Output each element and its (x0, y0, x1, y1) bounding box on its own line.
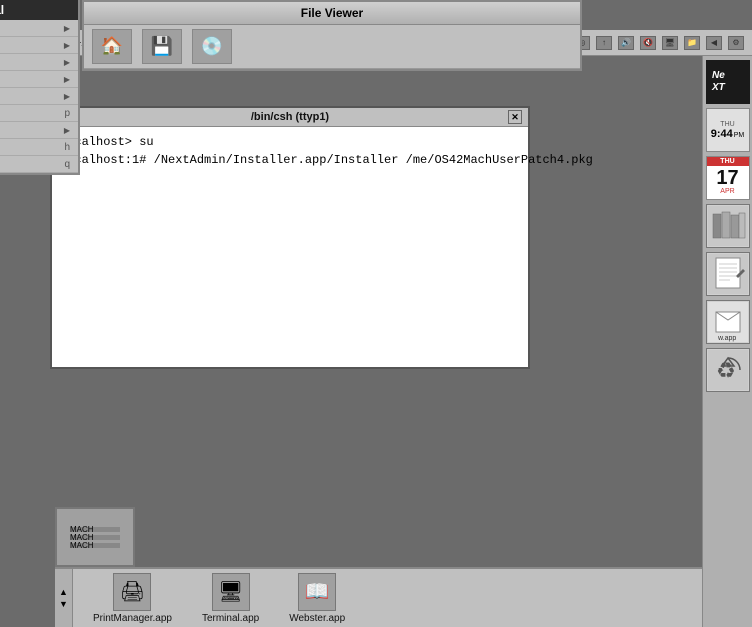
dock-item-terminal-label: Terminal.app (202, 613, 259, 624)
settings-icon[interactable]: ⚙ (728, 36, 744, 50)
dock-scroll-controls[interactable]: ▲ ▼ (55, 569, 73, 627)
clock-time: 9:44 (711, 128, 733, 140)
shelf-line-3: MACH (70, 543, 120, 548)
svg-text:XT: XT (711, 82, 726, 93)
menu-item-windows[interactable]: Windows ▶ (0, 88, 78, 105)
file-viewer-title: File Viewer (84, 2, 580, 25)
terminal-line-2: localhost:1# /NextAdmin/Installer.app/In… (60, 151, 520, 169)
recycle-icon[interactable]: ♻ (706, 348, 750, 392)
menu-item-edit[interactable]: Edit ▶ (0, 54, 78, 71)
menu-item-quit[interactable]: Quit q (0, 156, 78, 173)
menu-item-font[interactable]: Font ▶ (0, 71, 78, 88)
toolbar-disk-icon[interactable]: 💾 (142, 29, 182, 64)
scroll-up-arrow[interactable]: ▲ (59, 587, 68, 597)
shelf-lines: MACH MACH MACH (70, 527, 120, 548)
svg-text:Ne: Ne (712, 70, 725, 81)
dock-item-printmanager-label: PrintManager.app (93, 613, 172, 624)
terminal-title: /bin/csh (ttyp1) (72, 111, 508, 123)
printmanager-icon: 🖨 (113, 573, 151, 611)
arrow-icon: ◀ (706, 36, 722, 50)
menu-item-print-shortcut: p (64, 108, 70, 119)
menu-item-info[interactable]: Info ▶ (0, 20, 78, 37)
terminal-titlebar: /bin/csh (ttyp1) ✕ (52, 108, 528, 127)
folder-icon: 📁 (684, 36, 700, 50)
menu-item-hide-shortcut: h (64, 142, 70, 153)
speaker-icon: 🔊 (618, 36, 634, 50)
menu-item-services-arrow: ▶ (64, 126, 70, 135)
document-icon[interactable] (706, 252, 750, 296)
dock-item-webster-label: Webster.app (289, 613, 345, 624)
monitor-icon: 🖥 (662, 36, 678, 50)
cal-day: THU (707, 157, 749, 166)
webster-icon: 📖 (298, 573, 336, 611)
toolbar-home-icon[interactable]: 🏠 (92, 29, 132, 64)
menu-item-info-arrow: ▶ (64, 24, 70, 33)
calendar-widget[interactable]: THU 17 APR (706, 156, 750, 200)
dock-items: 🖨 PrintManager.app 🖥 Terminal.app 📖 Webs… (73, 573, 365, 624)
manual-icon[interactable] (706, 204, 750, 248)
menu-item-shell[interactable]: Shell ▶ (0, 37, 78, 54)
cursor-icon: ↑ (596, 36, 612, 50)
file-viewer-toolbar: 🏠 💾 💿 (84, 25, 580, 69)
shelf-line-2: MACH (70, 535, 120, 540)
svg-text:w.app: w.app (717, 335, 736, 342)
dock-item-printmanager[interactable]: 🖨 PrintManager.app (93, 573, 172, 624)
svg-text:♻: ♻ (716, 358, 736, 383)
shelf-line-1: MACH (70, 527, 120, 532)
menu-item-shell-arrow: ▶ (64, 41, 70, 50)
app-shelf[interactable]: MACH MACH MACH (55, 507, 135, 567)
terminal-dock-icon: 🖥 (212, 573, 250, 611)
terminal-close-button[interactable]: ✕ (508, 110, 522, 124)
scroll-down-arrow[interactable]: ▼ (59, 599, 68, 609)
clock-widget[interactable]: THU 9:44 PM (706, 108, 750, 152)
file-viewer-window: File Viewer 🏠 💾 💿 (82, 0, 582, 71)
desktop: Ctrl+Alt, um den Mauszeiger frei... OPEN… (0, 0, 752, 627)
terminal-line-1: localhost> su (60, 133, 520, 151)
clock-ampm: PM (734, 132, 745, 139)
mute-icon: 🔇 (640, 36, 656, 50)
menu-item-windows-arrow: ▶ (64, 92, 70, 101)
dock-bar: ▲ ▼ 🖨 PrintManager.app 🖥 Terminal.app 📖 … (55, 567, 702, 627)
app-icon[interactable]: w.app (706, 300, 750, 344)
cal-date: 17 (716, 168, 738, 188)
menu-item-hide[interactable]: Hide h (0, 139, 78, 156)
toolbar-cd-icon[interactable]: 💿 (192, 29, 232, 64)
next-logo[interactable]: Ne XT (706, 60, 750, 104)
clock-day: THU (720, 121, 734, 128)
dock-item-webster[interactable]: 📖 Webster.app (289, 573, 345, 624)
menu-item-quit-shortcut: q (64, 159, 70, 170)
cal-month: APR (720, 188, 734, 195)
terminal-window: /bin/csh (ttyp1) ✕ localhost> su localho… (50, 106, 530, 369)
menu-title: Terminal (0, 0, 78, 20)
menu-item-services[interactable]: Services ▶ (0, 122, 78, 139)
menu-item-edit-arrow: ▶ (64, 58, 70, 67)
menu-item-print[interactable]: Print... p (0, 105, 78, 122)
app-menu: Terminal Info ▶ Shell ▶ Edit ▶ Font ▶ Wi… (0, 0, 80, 175)
menu-item-font-arrow: ▶ (64, 75, 70, 84)
next-dock: Ne XT THU 9:44 PM THU 17 APR (702, 56, 752, 627)
terminal-body[interactable]: localhost> su localhost:1# /NextAdmin/In… (52, 127, 528, 367)
dock-item-terminal[interactable]: 🖥 Terminal.app (202, 573, 259, 624)
